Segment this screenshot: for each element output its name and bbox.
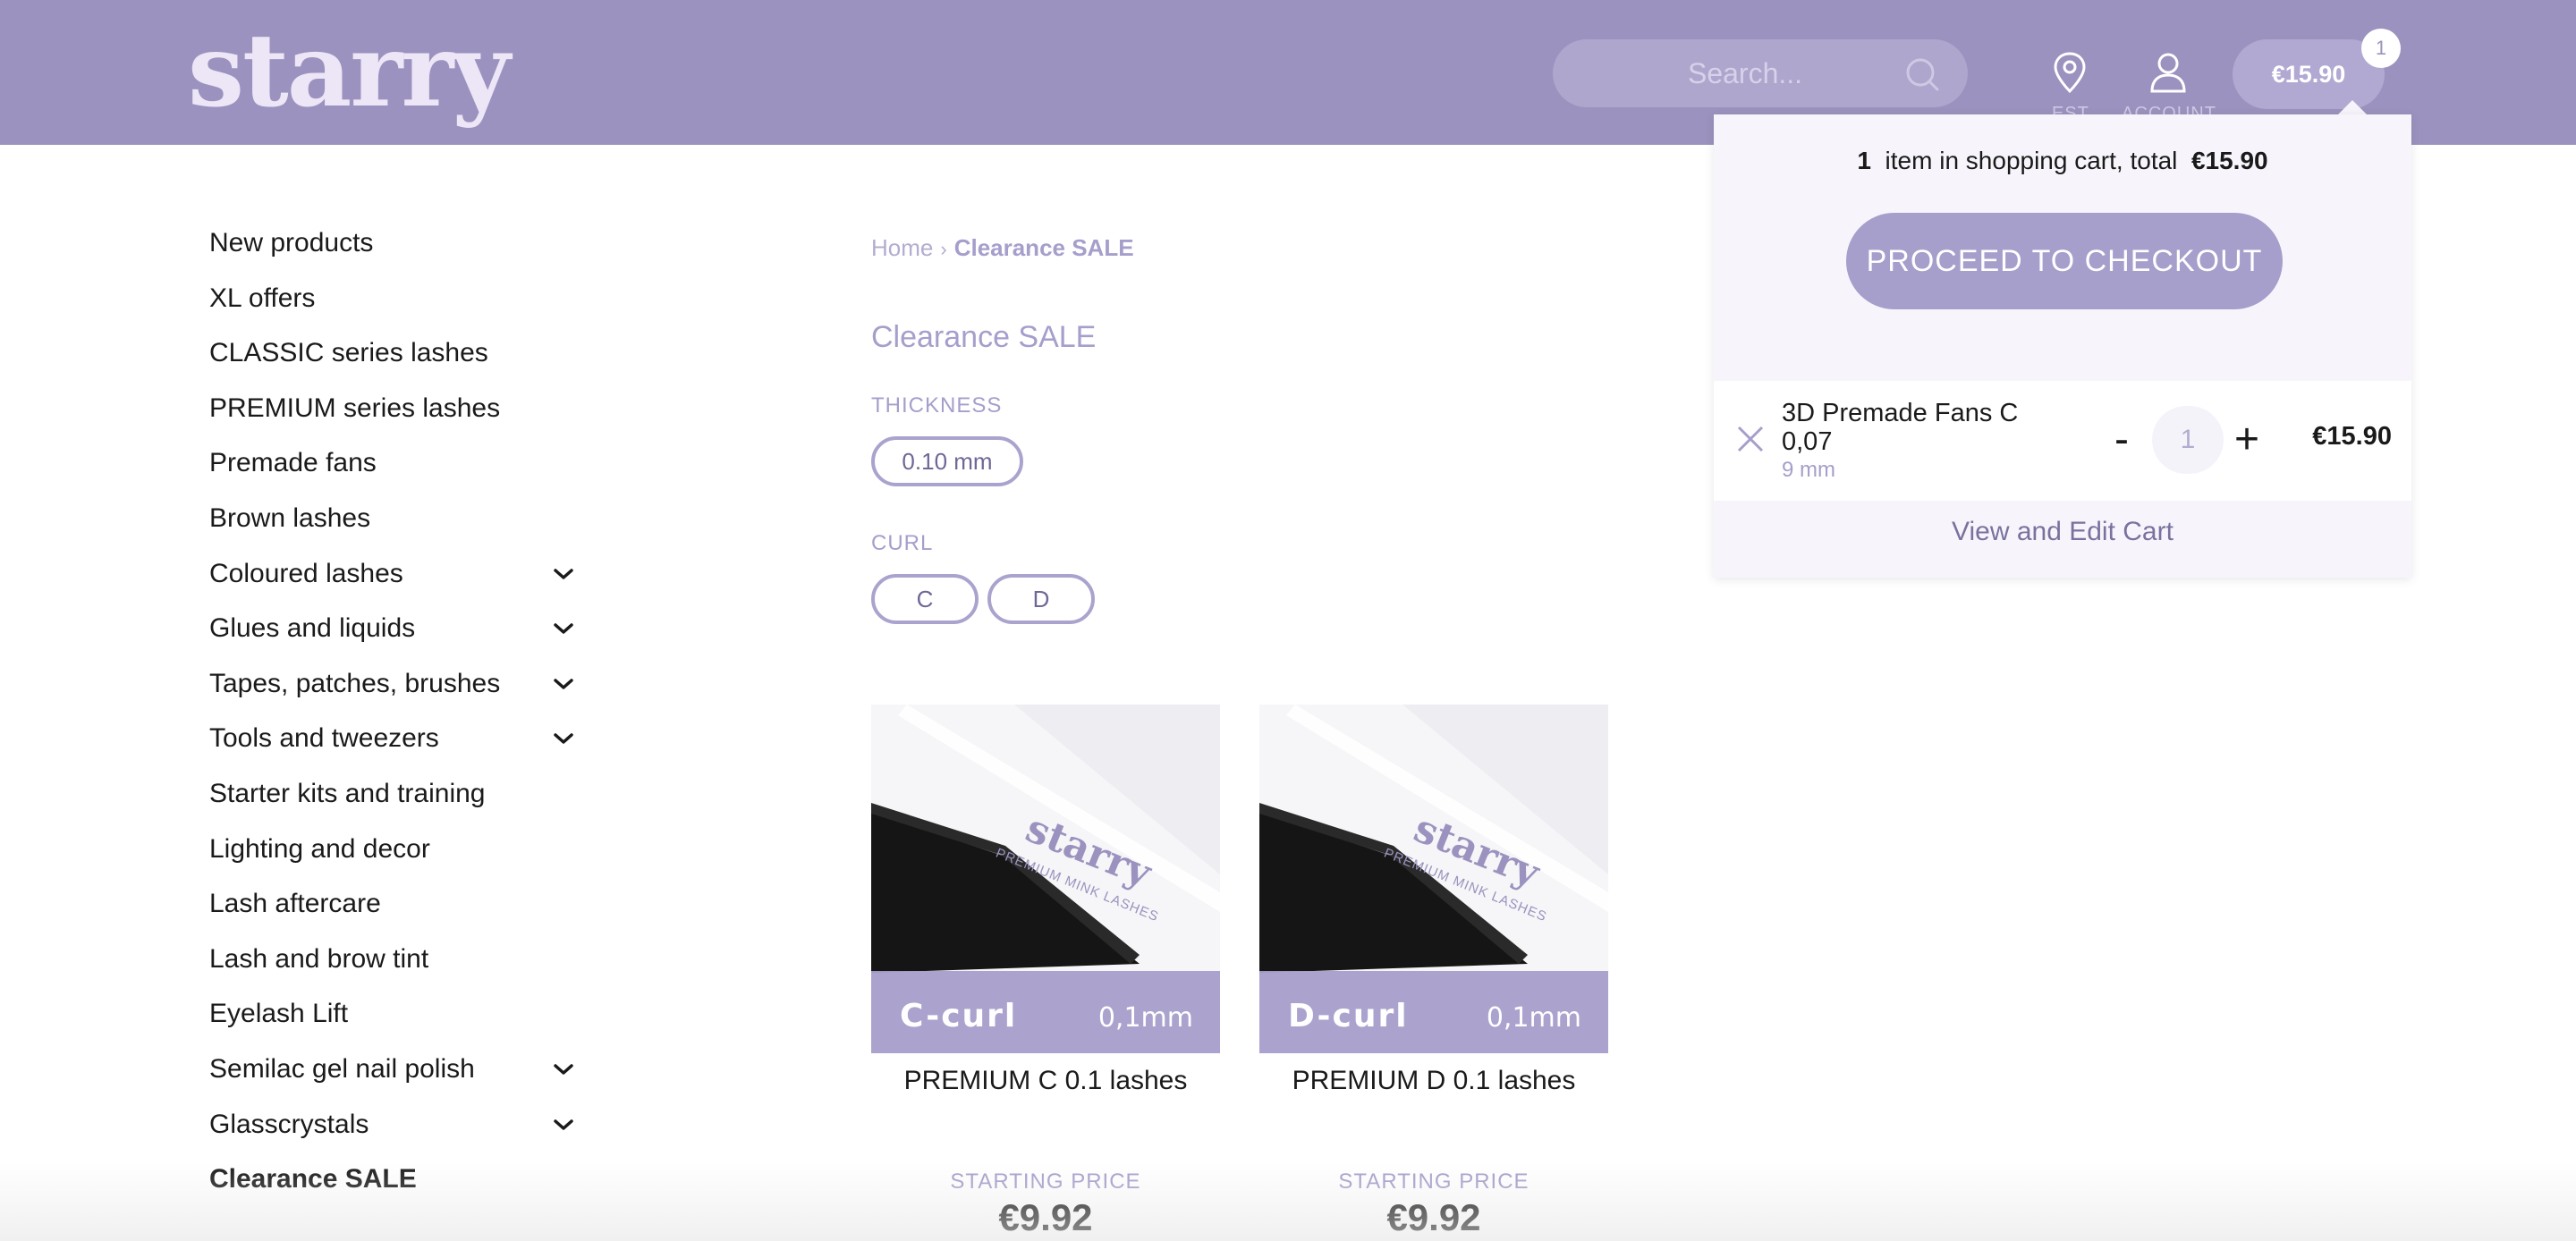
curl-filter-label: CURL [871, 531, 934, 555]
sidebar-item-label: Brown lashes [209, 502, 371, 533]
cart-summary: 1 item in shopping cart, total €15.90 [1714, 147, 2411, 175]
sidebar-item-lash-aftercare[interactable]: Lash aftercare [209, 884, 585, 940]
sidebar-item-premium-series-lashes[interactable]: PREMIUM series lashes [209, 389, 585, 444]
sidebar-item-tools-and-tweezers[interactable]: Tools and tweezers [209, 719, 585, 774]
page-title: Clearance SALE [871, 320, 1097, 354]
view-and-edit-cart-link[interactable]: View and Edit Cart [1714, 517, 2411, 547]
sidebar-item-label: Glues and liquids [209, 613, 416, 644]
sidebar-item-eyelash-lift[interactable]: Eyelash Lift [209, 994, 585, 1050]
sidebar-item-label: New products [209, 228, 374, 257]
sidebar-item-label: XL offers [209, 283, 316, 313]
sidebar-item-xl-offers[interactable]: XL offers [209, 279, 585, 334]
product-thickness-label: 0,1mm [1098, 1002, 1193, 1034]
thickness-filter-label: THICKNESS [871, 393, 1003, 418]
sidebar-item-lash-and-brow-tint[interactable]: Lash and brow tint [209, 940, 585, 995]
quantity-increase-button[interactable]: + [2227, 411, 2267, 469]
sidebar-item-glues-and-liquids[interactable]: Glues and liquids [209, 609, 585, 664]
sidebar-item-label: Tools and tweezers [209, 723, 439, 754]
sidebar-item-label: PREMIUM series lashes [209, 393, 501, 423]
breadcrumb-separator: › [940, 238, 947, 260]
sidebar-item-label: Premade fans [209, 448, 377, 478]
product-price: €9.92 [998, 1196, 1093, 1238]
filter-chip-curl-d[interactable]: D [987, 574, 1095, 624]
search-input[interactable] [1553, 39, 1902, 107]
sidebar-item-label: Tapes, patches, brushes [209, 668, 501, 698]
chevron-down-icon[interactable] [553, 731, 574, 746]
sidebar-item-label: Coloured lashes [209, 558, 403, 588]
sidebar-item-glasscrystals[interactable]: Glasscrystals [209, 1105, 585, 1161]
quantity-decrease-button[interactable]: - [2102, 411, 2141, 469]
product-thickness-label: 0,1mm [1487, 1002, 1581, 1034]
cart-dropdown: 1 item in shopping cart, total €15.90 PR… [1714, 114, 2411, 578]
search-icon[interactable] [1903, 55, 1941, 93]
sidebar-item-lighting-and-decor[interactable]: Lighting and decor [209, 830, 585, 885]
product-curl-label: D-curl [1288, 998, 1409, 1034]
sidebar-item-label: Glasscrystals [209, 1109, 369, 1139]
site-logo[interactable]: starry [188, 18, 510, 125]
cart-item-variant: 9 mm [1782, 458, 1835, 482]
product-starting-price-label: STARTING PRICE [1338, 1169, 1530, 1194]
filter-chip-curl-c[interactable]: C [871, 574, 979, 624]
sidebar-item-label: Eyelash Lift [209, 999, 349, 1029]
cart-count-badge: 1 [2361, 29, 2401, 68]
breadcrumb: Home › Clearance SALE [871, 234, 1134, 262]
filter-chip-thickness-010[interactable]: 0.10 mm [871, 436, 1023, 486]
chevron-down-icon[interactable] [553, 1062, 574, 1076]
sidebar-item-brown-lashes[interactable]: Brown lashes [209, 499, 585, 554]
chevron-down-icon[interactable] [553, 567, 574, 581]
breadcrumb-home[interactable]: Home [871, 234, 933, 261]
sidebar-item-label: Lighting and decor [209, 833, 430, 864]
sidebar-item-label: CLASSIC series lashes [209, 338, 488, 368]
account-icon[interactable] [2148, 50, 2188, 95]
cart-summary-total: €15.90 [2190, 147, 2268, 174]
product-curl-label: C-curl [900, 998, 1017, 1034]
category-sidebar: New products XL offers CLASSIC series lash… [209, 224, 585, 1215]
cart-total: €15.90 [2271, 60, 2346, 88]
product-starting-price-label: STARTING PRICE [950, 1169, 1141, 1194]
sidebar-item-classic-series-lashes[interactable]: CLASSIC series lashes [209, 333, 585, 389]
remove-item-icon[interactable] [1735, 424, 1766, 454]
cart-item-name[interactable]: 3D Premade Fans C 0,07 [1782, 399, 2050, 456]
cart-item-price: €15.90 [2312, 422, 2392, 451]
cart-summary-count: 1 [1857, 147, 1871, 174]
sidebar-item-label: Lash and brow tint [209, 943, 429, 974]
sidebar-item-clearance-sale[interactable]: Clearance SALE [209, 1160, 585, 1215]
sidebar-item-starter-kits-and-training[interactable]: Starter kits and training [209, 774, 585, 830]
cart-summary-text: item in shopping cart, total [1885, 147, 2178, 174]
proceed-to-checkout-button[interactable]: PROCEED TO CHECKOUT [1846, 213, 2283, 309]
sidebar-item-label: Semilac gel nail polish [209, 1053, 475, 1084]
product-name[interactable]: PREMIUM D 0.1 lashes [1259, 1066, 1608, 1096]
sidebar-item-tapes-patches-brushes[interactable]: Tapes, patches, brushes [209, 664, 585, 720]
chevron-down-icon[interactable] [553, 621, 574, 636]
product-price: €9.92 [1386, 1196, 1481, 1238]
sidebar-item-premade-fans[interactable]: Premade fans [209, 443, 585, 499]
sidebar-item-label: Lash aftercare [209, 889, 381, 919]
breadcrumb-current: Clearance SALE [953, 234, 1134, 261]
quantity-input[interactable] [2152, 406, 2224, 474]
sidebar-item-coloured-lashes[interactable]: Coloured lashes [209, 554, 585, 610]
cart-line-item: 3D Premade Fans C 0,07 9 mm - + €15.90 [1714, 381, 2411, 501]
sidebar-item-new-products[interactable]: New products [209, 224, 585, 279]
product-name[interactable]: PREMIUM C 0.1 lashes [871, 1066, 1220, 1096]
sidebar-item-label: Clearance SALE [209, 1164, 417, 1195]
search-bar[interactable] [1553, 39, 1968, 107]
sidebar-item-label: Starter kits and training [209, 778, 486, 808]
sidebar-item-semilac-gel-nail-polish[interactable]: Semilac gel nail polish [209, 1050, 585, 1105]
chevron-down-icon[interactable] [553, 677, 574, 691]
location-pin-icon[interactable] [2050, 50, 2089, 95]
chevron-down-icon[interactable] [553, 1118, 574, 1132]
product-image[interactable]: starry PREMIUM MINK LASHES D-curl 0,1mm [1259, 705, 1608, 1053]
product-image[interactable]: starry PREMIUM MINK LASHES C-curl 0,1mm [871, 705, 1220, 1053]
